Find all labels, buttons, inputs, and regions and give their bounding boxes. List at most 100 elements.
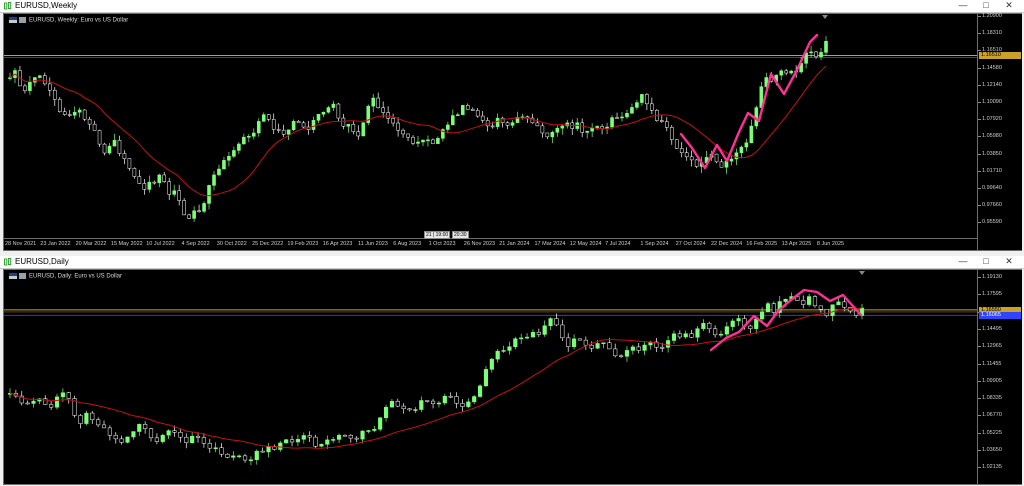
candle-body bbox=[615, 117, 619, 119]
candle-body bbox=[560, 324, 565, 339]
candle-body bbox=[451, 115, 455, 126]
time-tick-label: 28 Nov 2021 bbox=[5, 241, 37, 247]
candle-body bbox=[754, 107, 759, 127]
candle-body bbox=[48, 83, 52, 91]
candle-body bbox=[483, 369, 489, 387]
candle-body bbox=[613, 348, 618, 357]
candle-body bbox=[636, 346, 641, 351]
candle-body bbox=[695, 328, 700, 338]
time-tick-label: 27 Oct 2024 bbox=[675, 241, 706, 247]
candle-body bbox=[548, 318, 553, 327]
maximize-button[interactable]: □ bbox=[975, 0, 997, 12]
weekly-title-bar[interactable]: EURUSD,Weekly — □ ✕ bbox=[0, 0, 1024, 13]
weekly-price-scale[interactable]: 1.20900 1.18310 1.16510 1.14580 1.12140 1.100… bbox=[977, 13, 1022, 250]
candle-body bbox=[311, 120, 316, 130]
daily-window-title: EURUSD,Daily bbox=[15, 257, 69, 266]
moving-average-line bbox=[9, 65, 827, 197]
candle-body bbox=[701, 323, 706, 329]
candle-body bbox=[530, 332, 536, 338]
candle-body bbox=[177, 190, 181, 201]
candle-body bbox=[386, 112, 390, 119]
candle-body bbox=[296, 121, 301, 124]
candle-body bbox=[789, 70, 793, 74]
daily-title-bar[interactable]: EURUSD,Daily — □ ✕ bbox=[0, 256, 1024, 269]
candle-body bbox=[271, 119, 276, 130]
candle-body bbox=[519, 337, 524, 340]
candle-body bbox=[348, 435, 353, 439]
candle-body bbox=[72, 111, 77, 116]
close-button[interactable]: ✕ bbox=[998, 256, 1020, 268]
candle-body bbox=[232, 150, 236, 157]
close-button[interactable]: ✕ bbox=[998, 0, 1020, 12]
candle-body bbox=[489, 358, 494, 370]
daily-chart-canvas[interactable]: EURUSD, Daily: Euro vs US Dollar 1.19130… bbox=[3, 269, 1022, 485]
candle-body bbox=[510, 122, 515, 126]
weekly-price-plot bbox=[4, 33, 977, 223]
candle-body bbox=[836, 301, 841, 305]
candle-body bbox=[411, 136, 415, 144]
candle-body bbox=[406, 133, 410, 138]
candle-body bbox=[585, 130, 589, 133]
candle-body bbox=[477, 385, 483, 397]
candle-body bbox=[356, 131, 361, 137]
candle-body bbox=[542, 325, 547, 335]
chart-shift-marker-icon[interactable] bbox=[822, 15, 828, 19]
candle-body bbox=[167, 181, 172, 195]
candle-body bbox=[572, 338, 577, 347]
candle-body bbox=[207, 443, 212, 449]
candle-body bbox=[172, 430, 177, 433]
candle-body bbox=[765, 303, 771, 313]
candle-body bbox=[366, 430, 371, 432]
time-tick-label: 26 Nov 2023 bbox=[463, 241, 496, 247]
minimize-button[interactable]: — bbox=[952, 256, 974, 268]
candle-body bbox=[619, 355, 624, 358]
candle-body bbox=[426, 139, 430, 142]
candle-body bbox=[107, 145, 112, 154]
candle-body bbox=[431, 139, 435, 144]
price-tick-label: 1.01710 bbox=[978, 167, 1002, 174]
time-tick-label: 16 Feb 2025 bbox=[746, 241, 778, 247]
time-tick-label: 22 Dec 2024 bbox=[711, 241, 743, 247]
daily-price-plot bbox=[4, 288, 977, 466]
candle-body bbox=[162, 174, 167, 182]
candle-body bbox=[371, 97, 376, 107]
candle-body bbox=[730, 320, 735, 327]
candle-body bbox=[465, 105, 470, 110]
candle-body bbox=[683, 333, 688, 338]
candle-body bbox=[383, 406, 389, 419]
weekly-chart-canvas[interactable]: EURUSD, Weekly: Euro vs US Dollar 1.2090… bbox=[3, 13, 1022, 251]
daily-price-scale[interactable]: 1.19130 1.17595 1.16065 1.14495 1.12965 1.114… bbox=[977, 270, 1022, 484]
candle-body bbox=[132, 168, 137, 177]
candle-body bbox=[819, 52, 823, 58]
weekly-time-scale[interactable]: 28 Nov 2021 23 Jan 2022 20 Mar 2022 15 May … bbox=[4, 238, 977, 250]
candle-body bbox=[131, 431, 136, 438]
maximize-button[interactable]: □ bbox=[975, 256, 997, 268]
candle-body bbox=[227, 156, 231, 161]
candle-body bbox=[225, 453, 230, 458]
candle-body bbox=[331, 103, 336, 108]
candle-body bbox=[316, 114, 321, 121]
candle-body bbox=[645, 94, 649, 105]
candle-body bbox=[301, 435, 306, 440]
candle-body bbox=[771, 303, 776, 313]
candle-body bbox=[490, 125, 495, 128]
candle-body bbox=[630, 107, 634, 114]
candle-body bbox=[830, 304, 835, 316]
candle-body bbox=[664, 121, 669, 128]
candle-body bbox=[289, 439, 295, 443]
chart-shift-marker-icon[interactable] bbox=[859, 271, 865, 275]
time-tick-label: 7 Jul 2024 bbox=[605, 241, 631, 247]
candle-body bbox=[97, 130, 102, 145]
minimize-button[interactable]: — bbox=[952, 0, 974, 12]
candle-body bbox=[642, 344, 647, 351]
time-tick-label: 6 Aug 2023 bbox=[393, 241, 422, 247]
price-tick-label: 1.14580 bbox=[978, 64, 1002, 71]
candle-body bbox=[595, 343, 600, 349]
candle-body bbox=[84, 412, 89, 424]
price-tick-label: 1.12965 bbox=[978, 343, 1002, 350]
candle-body bbox=[217, 168, 221, 176]
price-tick-label: 0.97660 bbox=[978, 202, 1002, 209]
price-tick-label: 1.05980 bbox=[978, 133, 1002, 140]
candle-body bbox=[812, 296, 818, 307]
candle-body bbox=[505, 122, 510, 126]
